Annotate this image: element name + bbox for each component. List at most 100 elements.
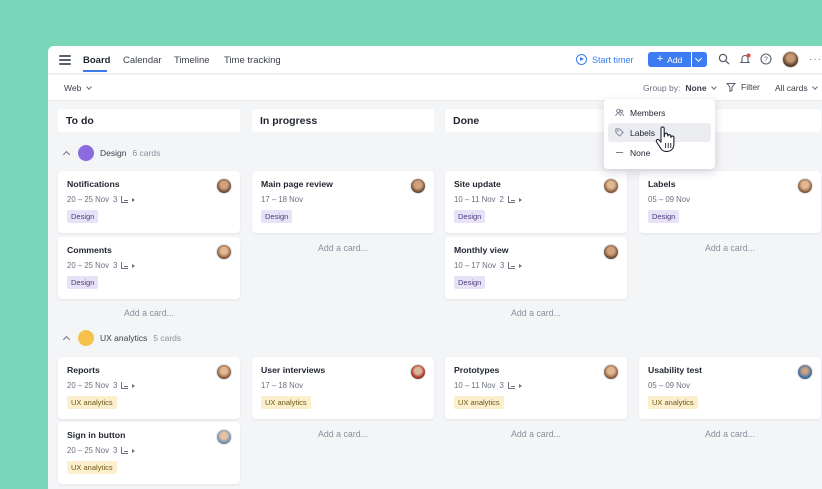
filter-label: Filter — [741, 82, 760, 92]
chevron-down-icon — [710, 84, 717, 90]
add-card-button[interactable]: Add a card... — [445, 429, 627, 439]
card-meta: 20 – 25 Nov 3 — [67, 381, 231, 390]
notification-bell-icon[interactable] — [739, 53, 751, 65]
add-button-label: Add — [667, 54, 683, 65]
expand-caret-icon[interactable] — [518, 383, 522, 388]
card-dates: 05 – 09 Nov — [648, 195, 691, 204]
subtask-count: 3 — [113, 261, 118, 270]
play-icon — [576, 54, 587, 65]
card-label: UX analytics — [67, 461, 117, 474]
group-header-ux-analytics[interactable]: UX analytics 5 cards — [62, 330, 181, 346]
add-dropdown-button[interactable] — [692, 52, 707, 67]
subtasks-icon — [121, 382, 129, 389]
card[interactable]: Sign in button 20 – 25 Nov 3 UX analytic… — [58, 422, 240, 484]
board-app: Board Calendar Timeline Time tracking St… — [48, 46, 822, 489]
subtask-count: 3 — [113, 381, 118, 390]
card-label: Design — [261, 210, 293, 223]
tab-calendar[interactable]: Calendar — [123, 55, 162, 66]
group-by-value: None — [685, 83, 707, 93]
all-cards-label: All cards — [775, 83, 808, 93]
column-header-done: Done — [445, 109, 627, 132]
subtask-count: 3 — [500, 261, 505, 270]
group-name: UX analytics — [100, 333, 148, 343]
card-dates: 05 – 09 Nov — [648, 381, 691, 390]
assignee-avatar — [603, 178, 619, 194]
tab-timeline[interactable]: Timeline — [174, 55, 210, 66]
card-title: Notifications — [67, 179, 120, 189]
expand-caret-icon[interactable] — [519, 263, 523, 268]
assignee-avatar — [603, 244, 619, 260]
subtasks-icon — [508, 262, 516, 269]
add-card-button[interactable]: Add a card... — [445, 308, 627, 318]
add-card-button[interactable]: Add a card... — [252, 243, 434, 253]
card[interactable]: Notifications 20 – 25 Nov 3 Design — [58, 171, 240, 233]
card[interactable]: Prototypes 10 – 11 Nov 3 UX analytics — [445, 357, 627, 419]
dropdown-item-label: None — [630, 147, 651, 158]
card-meta: 10 – 17 Nov 3 — [454, 261, 618, 270]
add-card-button[interactable]: Add a card... — [639, 243, 821, 253]
expand-caret-icon[interactable] — [132, 383, 136, 388]
expand-caret-icon[interactable] — [132, 197, 136, 202]
column-header-in-progress: In progress — [252, 109, 434, 132]
search-icon[interactable] — [718, 53, 730, 65]
dropdown-item-members[interactable]: Members — [608, 103, 711, 122]
menu-icon[interactable] — [59, 55, 71, 65]
start-timer-button[interactable]: Start timer — [576, 54, 634, 65]
card[interactable]: Comments 20 – 25 Nov 3 Design — [58, 237, 240, 299]
user-avatar[interactable] — [782, 51, 799, 68]
card-dates: 20 – 25 Nov — [67, 446, 110, 455]
plus-icon: + — [656, 53, 664, 65]
help-icon[interactable]: ? — [760, 53, 772, 65]
subtasks-icon — [121, 262, 129, 269]
card-label: Design — [454, 210, 486, 223]
add-card-button[interactable]: Add a card... — [252, 429, 434, 439]
tab-board[interactable]: Board — [83, 55, 110, 66]
subtasks-icon — [121, 196, 129, 203]
card[interactable]: Main page review 17 – 18 Nov Design — [252, 171, 434, 233]
card-dates: 20 – 25 Nov — [67, 195, 110, 204]
card[interactable]: Usability test 05 – 09 Nov UX analytics — [639, 357, 821, 419]
dropdown-item-label: Members — [630, 107, 666, 118]
group-count: 6 cards — [132, 148, 161, 158]
card[interactable]: Reports 20 – 25 Nov 3 UX analytics — [58, 357, 240, 419]
expand-caret-icon[interactable] — [518, 197, 522, 202]
start-timer-label: Start timer — [592, 54, 634, 65]
assignee-avatar — [216, 364, 232, 380]
card-meta: 05 – 09 Nov — [648, 195, 812, 204]
add-card-button[interactable]: Add a card... — [639, 429, 821, 439]
chevron-up-icon[interactable] — [62, 335, 71, 344]
card-label: Design — [67, 276, 99, 289]
expand-caret-icon[interactable] — [132, 448, 136, 453]
card-title: Prototypes — [454, 365, 500, 375]
assignee-avatar — [797, 364, 813, 380]
card-dates: 10 – 17 Nov — [454, 261, 497, 270]
subtasks-icon — [507, 196, 515, 203]
card[interactable]: User interviews 17 – 18 Nov UX analytics — [252, 357, 434, 419]
tab-time-tracking[interactable]: Time tracking — [224, 55, 281, 66]
add-button[interactable]: + Add — [648, 52, 691, 67]
card[interactable]: Monthly view 10 – 17 Nov 3 Design — [445, 237, 627, 299]
card-label: Design — [67, 210, 99, 223]
dash-icon — [615, 152, 624, 153]
card[interactable]: Site update 10 – 11 Nov 2 Design — [445, 171, 627, 233]
expand-caret-icon[interactable] — [132, 263, 136, 268]
project-select[interactable]: Web — [64, 83, 93, 93]
add-card-button[interactable]: Add a card... — [58, 308, 240, 318]
board-toolbar: Web Group by: None Filter All cards — [48, 75, 822, 101]
card[interactable]: Labels 05 – 09 Nov Design — [639, 171, 821, 233]
chevron-up-icon[interactable] — [62, 150, 71, 159]
all-cards-select[interactable]: All cards — [775, 83, 818, 93]
group-name: Design — [100, 148, 127, 158]
card-dates: 17 – 18 Nov — [261, 195, 304, 204]
card-title: User interviews — [261, 365, 326, 375]
group-color-dot — [78, 330, 94, 346]
filter-button[interactable]: Filter — [726, 82, 760, 92]
project-select-value: Web — [64, 83, 82, 93]
filter-icon — [726, 83, 736, 92]
more-options-icon[interactable]: ··· — [809, 54, 822, 65]
card-title: Site update — [454, 179, 501, 189]
assignee-avatar — [216, 244, 232, 260]
card-meta: 20 – 25 Nov 3 — [67, 446, 231, 455]
group-header-design[interactable]: Design 6 cards — [62, 145, 161, 161]
group-by-select[interactable]: Group by: None — [643, 83, 717, 93]
